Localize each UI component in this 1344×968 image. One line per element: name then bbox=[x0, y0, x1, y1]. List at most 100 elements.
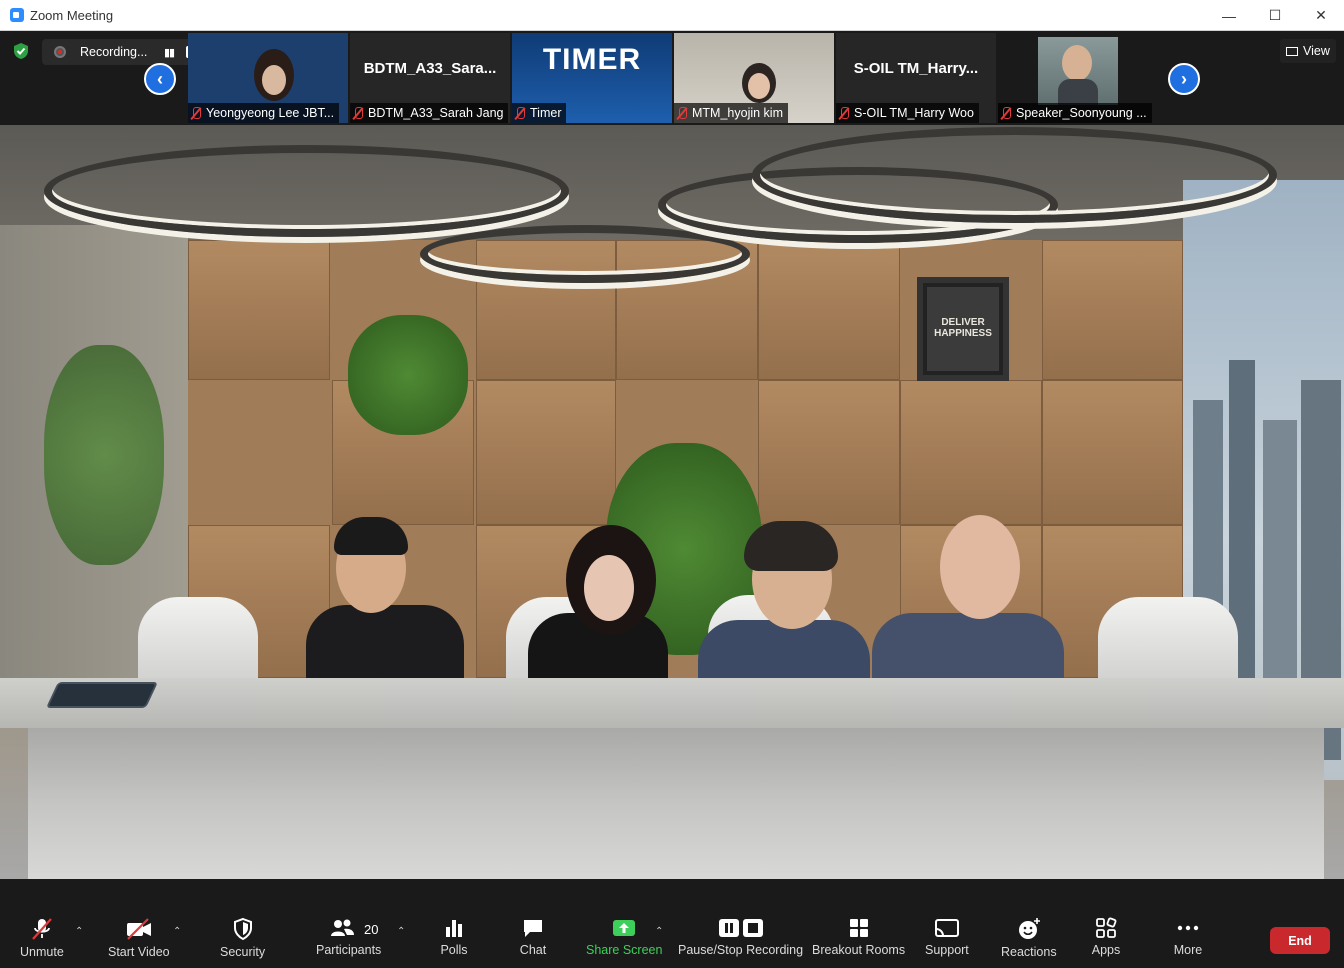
breakout-rooms-button[interactable]: Breakout Rooms bbox=[812, 917, 905, 957]
security-button[interactable]: Security bbox=[220, 917, 266, 959]
wall-panel bbox=[900, 380, 1042, 525]
participants-options-caret[interactable]: ⌃ bbox=[397, 926, 405, 937]
chair bbox=[138, 597, 258, 687]
wall-panel bbox=[476, 380, 616, 525]
participant-name-label: MTM_hyojin kim bbox=[674, 103, 788, 123]
more-label: More bbox=[1173, 943, 1203, 957]
chat-bubble-icon bbox=[518, 917, 548, 939]
participant-face bbox=[748, 73, 770, 99]
apps-button[interactable]: Apps bbox=[1091, 917, 1121, 957]
share-screen-icon bbox=[609, 917, 639, 939]
timer-display: TIMER bbox=[542, 43, 642, 76]
conference-table-top bbox=[0, 678, 1344, 728]
reactions-label: Reactions bbox=[1001, 945, 1057, 959]
share-screen-label: Share Screen bbox=[586, 943, 663, 957]
participant-face bbox=[940, 515, 1020, 619]
close-button[interactable]: ✕ bbox=[1298, 0, 1344, 31]
wall-poster: DELIVER HAPPINESS bbox=[917, 277, 1009, 381]
wall-panel bbox=[188, 240, 330, 380]
video-off-icon bbox=[124, 917, 154, 941]
support-button[interactable]: Support bbox=[925, 917, 969, 957]
more-button[interactable]: More bbox=[1173, 917, 1203, 957]
participant-name-label: Timer bbox=[512, 103, 567, 123]
breakout-rooms-grid-icon bbox=[844, 917, 874, 939]
ceiling-light-ring bbox=[420, 225, 750, 283]
mic-muted-icon bbox=[353, 106, 363, 120]
participant-face bbox=[584, 555, 634, 621]
ceiling-light-ring bbox=[752, 127, 1277, 223]
mic-muted-icon bbox=[839, 106, 849, 120]
participant-tile[interactable]: TIMER Timer bbox=[512, 33, 672, 123]
chair bbox=[1098, 597, 1238, 687]
unmute-button[interactable]: Unmute bbox=[20, 917, 64, 959]
participant-tile[interactable]: MTM_hyojin kim bbox=[674, 33, 834, 123]
video-options-caret[interactable]: ⌃ bbox=[173, 926, 181, 937]
participant-face bbox=[1062, 45, 1092, 81]
security-label: Security bbox=[220, 945, 266, 959]
share-options-caret[interactable]: ⌃ bbox=[655, 926, 663, 937]
polls-bar-chart-icon bbox=[439, 917, 469, 939]
recording-dot-icon bbox=[54, 46, 66, 58]
breakout-rooms-label: Breakout Rooms bbox=[812, 943, 906, 957]
window-title: Zoom Meeting bbox=[30, 7, 114, 23]
end-meeting-button[interactable]: End bbox=[1270, 927, 1330, 954]
mic-muted-icon bbox=[27, 917, 57, 941]
main-video-area[interactable]: DELIVER HAPPINESS bbox=[0, 125, 1344, 879]
participant-body bbox=[872, 613, 1064, 681]
view-grid-icon bbox=[1286, 46, 1298, 56]
polls-button[interactable]: Polls bbox=[439, 917, 469, 957]
plant-shelf bbox=[348, 315, 468, 435]
next-page-button[interactable]: › bbox=[1168, 63, 1200, 95]
maximize-button[interactable]: ☐ bbox=[1252, 0, 1298, 31]
pause-stop-icon bbox=[716, 917, 766, 939]
security-shield-icon bbox=[228, 917, 258, 941]
participant-shirt bbox=[1058, 79, 1098, 105]
participant-tile[interactable]: Yeongyeong Lee JBT... bbox=[188, 33, 348, 123]
view-button[interactable]: View bbox=[1280, 39, 1336, 63]
apps-icon bbox=[1091, 917, 1121, 939]
support-label: Support bbox=[925, 943, 969, 957]
unmute-label: Unmute bbox=[20, 945, 64, 959]
reactions-smiley-icon bbox=[1014, 917, 1044, 941]
apps-label: Apps bbox=[1091, 943, 1121, 957]
start-video-button[interactable]: Start Video bbox=[108, 917, 170, 959]
support-cast-icon bbox=[932, 917, 962, 939]
participant-count: 20 bbox=[364, 922, 379, 937]
mic-muted-icon bbox=[677, 106, 687, 120]
participant-hair bbox=[744, 521, 838, 571]
share-screen-button[interactable]: Share Screen bbox=[586, 917, 662, 957]
pause-recording-icon[interactable]: ▮▮ bbox=[164, 46, 175, 59]
encryption-shield-icon[interactable] bbox=[13, 42, 29, 60]
chat-label: Chat bbox=[519, 943, 547, 957]
pause-stop-recording-label: Pause/Stop Recording bbox=[678, 943, 804, 957]
mic-muted-icon bbox=[191, 106, 201, 120]
mic-muted-icon bbox=[1001, 106, 1011, 120]
participant-name-label: S-OIL TM_Harry Woo bbox=[836, 103, 979, 123]
participant-name-label: Speaker_Soonyoung ... bbox=[998, 103, 1152, 123]
poster-text: DELIVER HAPPINESS bbox=[927, 287, 999, 371]
wall-panel bbox=[758, 240, 900, 380]
pause-stop-recording-button[interactable]: Pause/Stop Recording bbox=[678, 917, 803, 957]
prev-page-button[interactable]: ‹ bbox=[144, 63, 176, 95]
participant-tile[interactable]: S-OIL TM_Harry... S-OIL TM_Harry Woo bbox=[836, 33, 996, 123]
recording-label: Recording... bbox=[80, 45, 148, 59]
participant-body bbox=[698, 620, 870, 681]
participants-label: Participants bbox=[316, 943, 382, 957]
participant-tile[interactable]: Speaker_Soonyoung ... bbox=[998, 33, 1158, 123]
audio-options-caret[interactable]: ⌃ bbox=[75, 926, 83, 937]
zoom-app-icon bbox=[10, 8, 24, 22]
participants-icon bbox=[329, 917, 369, 939]
start-video-label: Start Video bbox=[108, 945, 170, 959]
participant-tile[interactable]: BDTM_A33_Sara... BDTM_A33_Sarah Jang bbox=[350, 33, 510, 123]
participant-name-label: BDTM_A33_Sarah Jang bbox=[350, 103, 508, 123]
wall-panel bbox=[758, 380, 900, 525]
minimize-button[interactable]: — bbox=[1206, 0, 1252, 31]
conference-table-front bbox=[28, 728, 1324, 879]
window-titlebar: Zoom Meeting — ☐ ✕ bbox=[0, 0, 1344, 31]
meeting-toolbar: Unmute ⌃ Start Video ⌃ Security Particip… bbox=[0, 879, 1344, 968]
reactions-button[interactable]: Reactions bbox=[1001, 917, 1057, 959]
chat-button[interactable]: Chat bbox=[518, 917, 548, 957]
wall-panel bbox=[1042, 380, 1183, 525]
more-dots-icon bbox=[1173, 917, 1203, 939]
wall-panel bbox=[1042, 240, 1183, 380]
